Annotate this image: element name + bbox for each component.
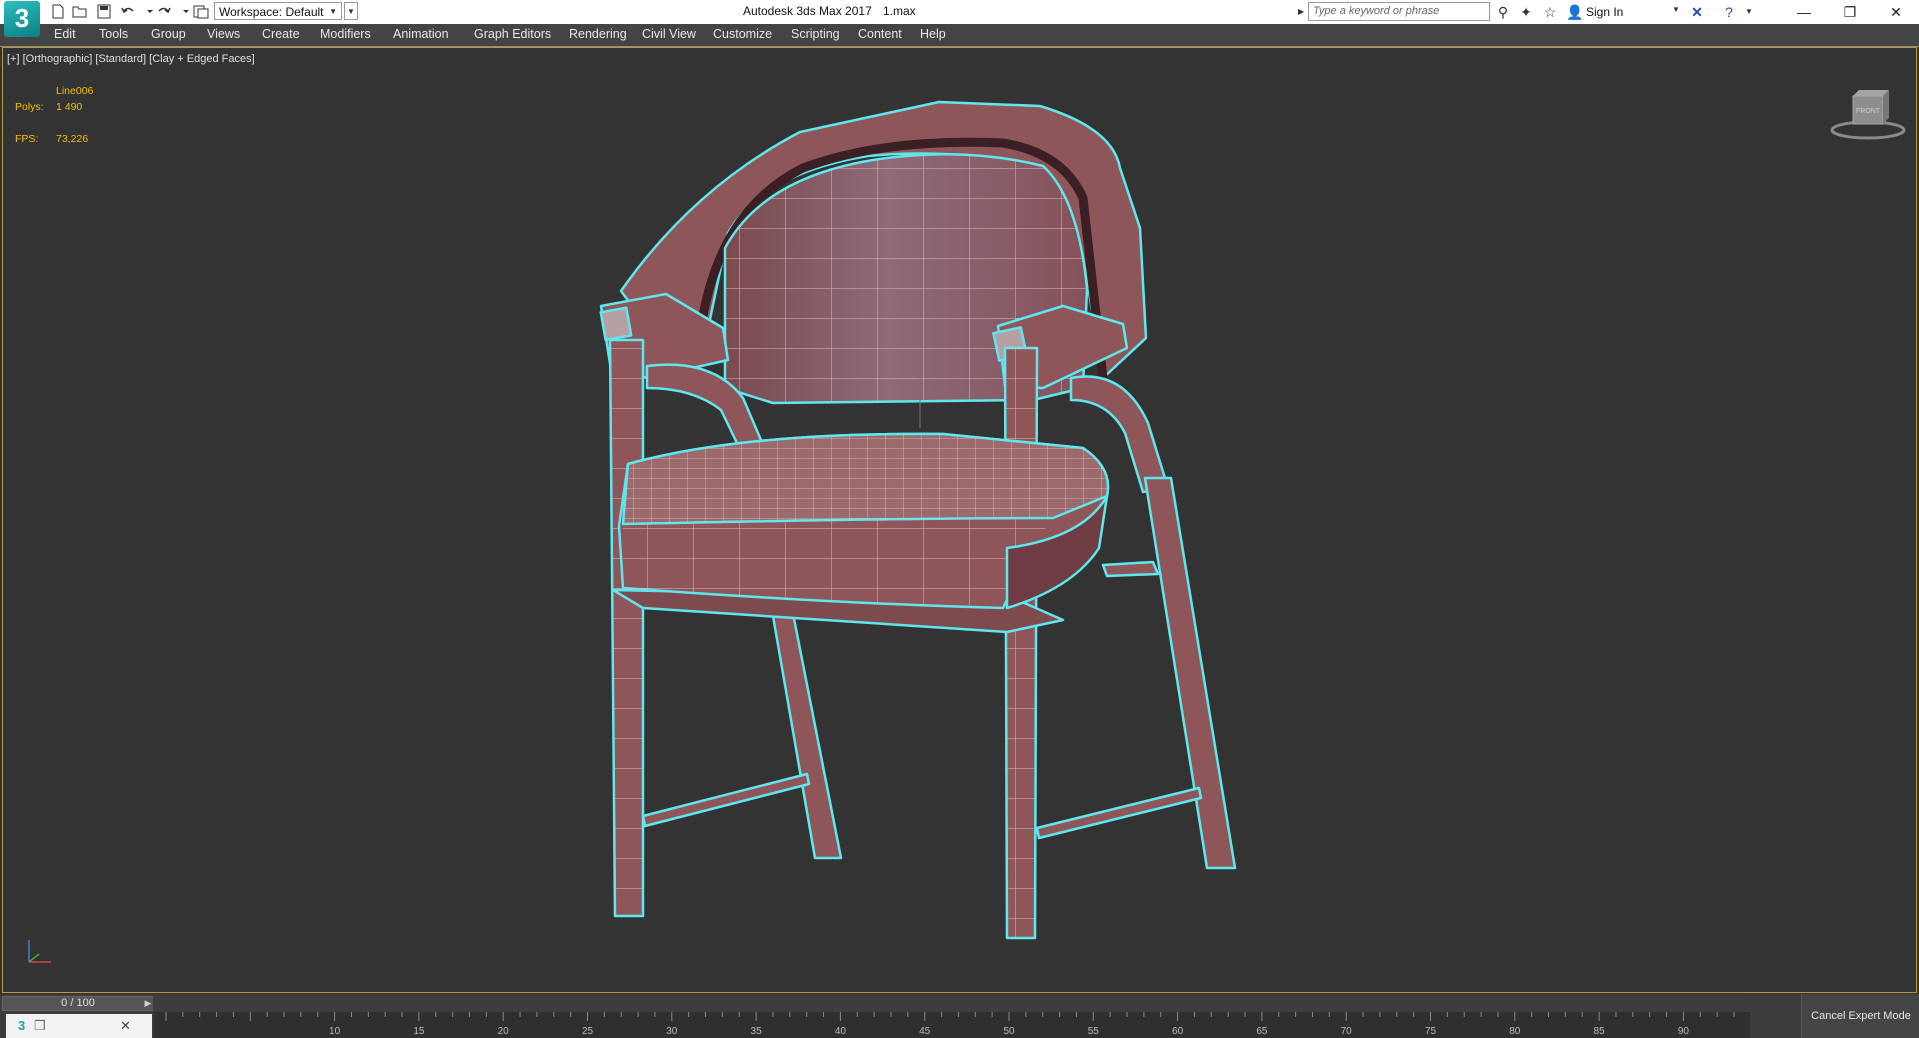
menu-create[interactable]: Create <box>262 27 300 41</box>
search-expand-icon[interactable]: ▶ <box>1298 3 1306 21</box>
menu-civil-view[interactable]: Civil View <box>642 27 696 41</box>
sign-in-dropdown-icon[interactable]: ▼ <box>1672 5 1680 14</box>
title-bar: 3 Workspace: Default ▼ ▼ Autodesk 3ds Ma… <box>0 0 1919 37</box>
cancel-expert-mode-button[interactable]: Cancel Expert Mode <box>1801 994 1919 1038</box>
sign-in-link[interactable]: Sign In <box>1586 5 1623 19</box>
ruler-label: 90 <box>1678 1026 1690 1037</box>
restore-button[interactable]: ❐ <box>1827 0 1873 24</box>
menu-modifiers[interactable]: Modifiers <box>320 27 371 41</box>
menu-content[interactable]: Content <box>858 27 902 41</box>
workspace-dropdown[interactable]: Workspace: Default ▼ <box>214 2 342 20</box>
open-file-icon[interactable] <box>72 4 88 19</box>
workspace-menu-button[interactable]: ▼ <box>344 2 358 20</box>
ruler-label: 55 <box>1088 1026 1100 1037</box>
time-slider[interactable]: 0 / 100 <box>2 996 154 1011</box>
menu-scripting[interactable]: Scripting <box>791 27 840 41</box>
menu-tools[interactable]: Tools <box>99 27 128 41</box>
ruler-label: 45 <box>919 1026 931 1037</box>
world-axis-icon <box>28 940 51 963</box>
user-icon[interactable]: 👤 <box>1566 3 1584 21</box>
help-icon[interactable]: ? <box>1720 3 1738 21</box>
ruler-label: 85 <box>1594 1026 1606 1037</box>
help-dropdown-icon[interactable]: ▼ <box>1740 3 1758 21</box>
ruler-label: 15 <box>413 1026 425 1037</box>
ruler-label: 65 <box>1256 1026 1268 1037</box>
save-file-icon[interactable] <box>96 4 112 19</box>
project-folder-icon[interactable] <box>193 4 209 19</box>
frame-ruler-ticks: 101520253035404550556065707580859095100 <box>165 1012 1735 1037</box>
chair-model[interactable] <box>3 48 1916 992</box>
menu-graph-editors[interactable]: Graph Editors <box>474 27 551 41</box>
ruler-label: 60 <box>1172 1026 1184 1037</box>
listener-window-icon[interactable]: ❐ <box>34 1018 46 1034</box>
redo-icon[interactable] <box>156 4 172 19</box>
menu-group[interactable]: Group <box>151 27 186 41</box>
menu-animation[interactable]: Animation <box>393 27 449 41</box>
menu-edit[interactable]: Edit <box>54 27 76 41</box>
ruler-label: 20 <box>498 1026 510 1037</box>
minimize-button[interactable]: — <box>1781 0 1827 24</box>
menu-customize[interactable]: Customize <box>713 27 772 41</box>
menu-views[interactable]: Views <box>207 27 240 41</box>
new-file-icon[interactable] <box>50 4 66 19</box>
menu-rendering[interactable]: Rendering <box>569 27 627 41</box>
perspective-viewport[interactable]: [+] [Orthographic] [Standard] [Clay + Ed… <box>2 47 1917 993</box>
app-logo-icon[interactable]: 3 <box>4 1 40 37</box>
menu-bar: Edit Tools Group Views Create Modifiers … <box>0 24 1919 47</box>
ruler-label: 35 <box>751 1026 763 1037</box>
ruler-label: 80 <box>1509 1026 1521 1037</box>
close-listener-icon[interactable]: ✕ <box>120 1018 131 1034</box>
time-bar: ◀ 0 / 100 ▶ 1015202530354045505560657075… <box>0 994 1919 1038</box>
chevron-down-icon: ▼ <box>329 7 337 16</box>
time-position: 0 / 100 <box>61 997 95 1009</box>
time-track[interactable] <box>153 996 1750 1011</box>
undo-dropdown-icon[interactable] <box>142 4 153 19</box>
file-name: 1.max <box>883 4 916 18</box>
ruler-label: 70 <box>1341 1026 1353 1037</box>
search-input[interactable]: Type a keyword or phrase <box>1308 2 1490 21</box>
undo-icon[interactable] <box>120 4 136 19</box>
redo-dropdown-icon[interactable] <box>178 4 189 19</box>
close-window-button[interactable]: ✕ <box>1873 0 1919 24</box>
window-title: Autodesk 3ds Max 2017 <box>743 4 872 18</box>
binoculars-icon[interactable]: ⚲ <box>1494 3 1512 21</box>
exchange-apps-icon[interactable]: ✕ <box>1688 3 1706 21</box>
mini-listener[interactable]: 3 ❐ ✕ <box>6 1014 152 1038</box>
ruler-label: 75 <box>1425 1026 1437 1037</box>
communication-center-icon[interactable]: ✦ <box>1517 3 1535 21</box>
menu-help[interactable]: Help <box>920 27 946 41</box>
ruler-label: 50 <box>1003 1026 1015 1037</box>
favorites-star-icon[interactable]: ☆ <box>1541 3 1559 21</box>
maxscript-icon[interactable]: 3 <box>18 1018 25 1033</box>
frame-ruler[interactable]: 101520253035404550556065707580859095100 <box>154 1012 1750 1038</box>
ruler-label: 10 <box>329 1026 341 1037</box>
ruler-label: 30 <box>666 1026 678 1037</box>
workspace-label: Workspace: Default <box>219 5 324 19</box>
ruler-label: 40 <box>835 1026 847 1037</box>
ruler-label: 25 <box>582 1026 594 1037</box>
